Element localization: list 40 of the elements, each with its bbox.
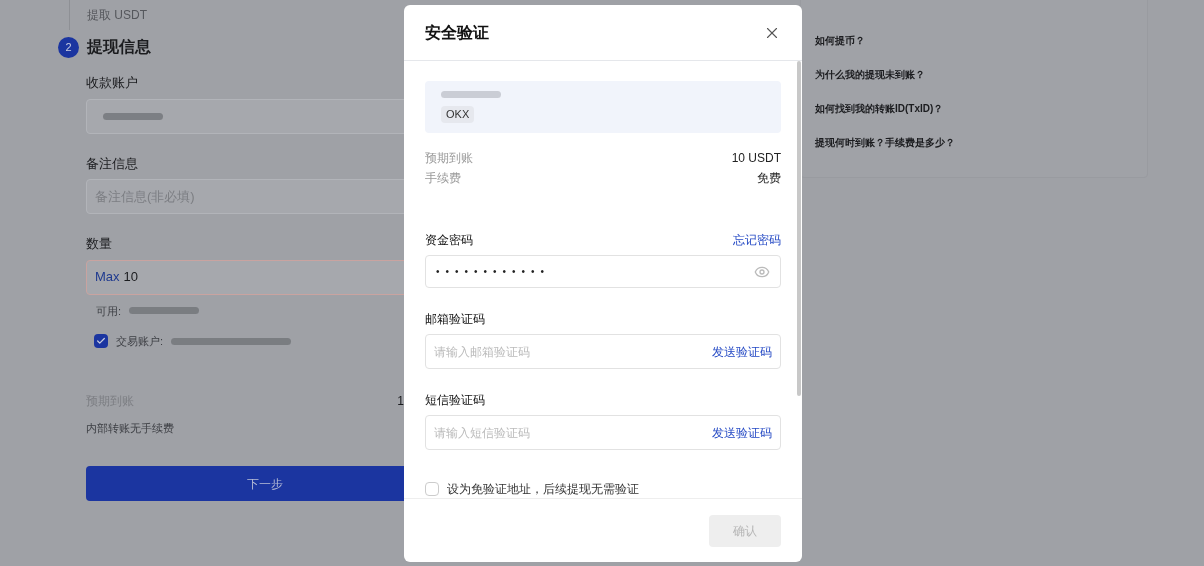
redacted-text [129,307,200,315]
expected-value: 1 [397,392,404,410]
field-label: 短信验证码 [425,392,486,409]
faq-link[interactable]: 提现何时到账？手续费是多少？ [815,135,1133,150]
code-input[interactable]: 请输入短信验证码 [434,423,712,442]
scrollbar-thumb[interactable] [797,61,801,396]
summary-value: 10 USDT [731,150,781,168]
password-field[interactable]: •••••••••••• [425,255,781,288]
redacted-text [103,112,163,120]
fee-note: 内部转账无手续费 [86,420,174,436]
field-label: 收款账户 [86,74,138,92]
max-link[interactable]: Max [95,267,120,287]
field-label: 备注信息 [86,154,138,173]
exchange-tag: OKX [441,106,475,123]
field-label: 数量 [86,235,112,253]
faq-link[interactable]: 如何提币？ [815,33,1133,48]
field-label: 资金密码 [425,232,473,250]
dialog-title: 安全验证 [425,22,489,43]
checkbox-label: 交易账户: [116,334,164,349]
available-label: 可用: [96,303,122,319]
code-input[interactable]: 请输入邮箱验证码 [434,342,712,361]
summary-label: 预期到账 [425,150,473,168]
step-number-badge: 2 [58,36,79,58]
checkbox[interactable] [425,482,439,496]
faq-link[interactable]: 为什么我的提现未到账？ [815,67,1133,82]
summary-value: 免费 [757,170,781,188]
amount-value: 10 [123,268,139,287]
check-icon [96,336,106,347]
step-label: 提取 USDT [87,7,147,24]
faq-link[interactable]: 如何找到我的转账ID(TxID)？ [815,101,1133,116]
checkbox[interactable] [94,334,108,349]
section-title: 提现信息 [87,37,151,57]
send-code-link[interactable]: 发送验证码 [712,423,772,442]
forgot-password-link[interactable]: 忘记密码 [733,231,781,250]
field-label: 邮箱验证码 [425,311,486,328]
redacted-text [441,91,501,99]
code-field[interactable]: 请输入短信验证码 发送验证码 [425,415,781,450]
send-code-link[interactable]: 发送验证码 [712,342,772,361]
checkbox-label: 设为免验证地址，后续提现无需验证 [447,481,639,498]
code-field[interactable]: 请输入邮箱验证码 发送验证码 [425,334,781,369]
